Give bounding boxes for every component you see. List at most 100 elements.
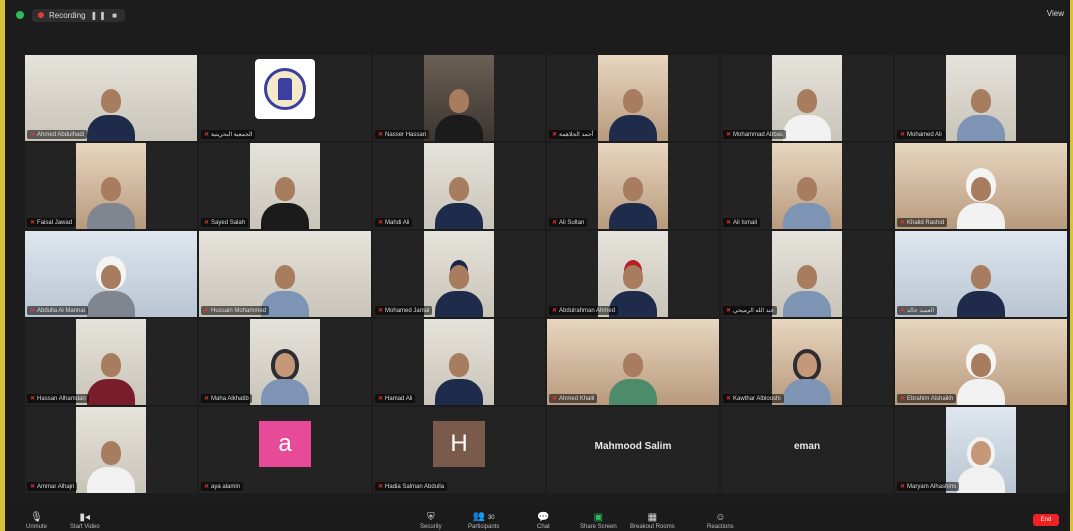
video-feed <box>598 231 668 317</box>
participant-tile[interactable]: ✕ Mohamed Ali <box>895 55 1067 141</box>
participant-tile[interactable]: ✕ Khalid Rashid <box>895 143 1067 229</box>
mic-muted-icon: ✕ <box>378 132 384 138</box>
recording-dot-icon <box>38 12 44 18</box>
video-feed <box>946 407 1016 493</box>
participant-tile[interactable]: ✕ Abdulrahman Ahmed <box>547 231 719 317</box>
participant-display-name: eman <box>793 441 821 452</box>
name-tag: ✕ Hamad Ali <box>375 394 416 403</box>
chat-label: Chat <box>537 524 550 530</box>
participant-tile[interactable]: ✕ Kawthar Alblooshi <box>721 319 893 405</box>
participant-tile[interactable]: ✕ Ali Sultan <box>547 143 719 229</box>
participant-tile[interactable]: ✕ Faisal Jawad <box>25 143 197 229</box>
mic-muted-icon: ✕ <box>900 308 906 314</box>
participant-name: الجمعية البحرينية <box>211 132 253 138</box>
participant-figure <box>957 349 1005 405</box>
participant-figure <box>435 261 483 317</box>
participant-tile[interactable]: ✕ العميد خالد <box>895 231 1067 317</box>
avatar: a <box>259 421 311 467</box>
participant-name: Abdulla Al Mannai <box>37 307 86 314</box>
participant-tile[interactable]: ✕ Hassan Alhamdan <box>25 319 197 405</box>
participant-name: Abdulrahman Ahmed <box>559 307 616 314</box>
participant-figure <box>609 85 657 141</box>
participant-tile[interactable]: eman <box>721 407 893 493</box>
reactions-button[interactable]: ☺ Reactions <box>707 512 734 531</box>
participants-label: Participants <box>468 524 500 530</box>
participant-tile[interactable]: ✕ Ammar Alhajri <box>25 407 197 493</box>
participant-tile[interactable]: ✕ Nasser Hassan <box>373 55 545 141</box>
participant-tile[interactable]: ✕ أحمد الجلاهمة <box>547 55 719 141</box>
participant-name: عبد الله الرميحي <box>733 308 775 314</box>
participant-tile[interactable]: a ✕ aya alamin <box>199 407 371 493</box>
participant-tile[interactable]: ✕ Ali Ismail <box>721 143 893 229</box>
video-feed <box>895 319 1067 405</box>
mic-muted-icon: ✕ <box>726 220 732 226</box>
participant-figure <box>957 173 1005 229</box>
participant-figure <box>87 85 135 141</box>
security-button[interactable]: ⛨ Security <box>420 513 442 531</box>
participant-tile[interactable]: ✕ Maha Alkhatib <box>199 319 371 405</box>
breakout-rooms-button[interactable]: ▦ Breakout Rooms <box>630 512 675 531</box>
participant-tile[interactable]: ✕ Ahmed Abdulhadi <box>25 55 197 141</box>
security-shield-icon[interactable] <box>16 11 24 19</box>
reactions-icon: ☺ <box>715 512 726 523</box>
participant-name: Mahdi Ali <box>385 219 410 226</box>
reactions-label: Reactions <box>707 524 734 530</box>
name-tag: ✕ Ali Sultan <box>549 218 588 227</box>
participant-name: Nasser Hassan <box>385 131 427 138</box>
name-tag: ✕ Maryam Alhashimi <box>897 482 960 491</box>
participant-name: Ali Sultan <box>559 219 585 226</box>
participant-name: Sayed Salah <box>211 219 246 226</box>
participant-name: أحمد الجلاهمة <box>559 132 594 138</box>
mic-muted-icon: ✕ <box>204 308 210 314</box>
share-screen-button[interactable]: ▣ Share Screen <box>580 513 617 531</box>
breakout-rooms-icon: ▦ <box>647 512 658 523</box>
participant-tile[interactable]: ✕ Mohamed Jamal <box>373 231 545 317</box>
participant-tile[interactable]: ✕ Ebrahim Alshaikh <box>895 319 1067 405</box>
mic-muted-icon: ✕ <box>552 220 558 226</box>
start-video-button[interactable]: ▮◂ Start Video <box>70 513 100 531</box>
participant-tile[interactable]: ✕ Mahdi Ali <box>373 143 545 229</box>
unmute-button[interactable]: 🎙 Unmute <box>26 513 47 531</box>
participant-tile[interactable]: ✕ Hamad Ali <box>373 319 545 405</box>
participant-tile[interactable]: Mahmood Salim <box>547 407 719 493</box>
participant-tile[interactable]: ✕ Sayed Salah <box>199 143 371 229</box>
participant-name: Kawthar Alblooshi <box>733 395 781 402</box>
mic-muted-icon: ✕ <box>378 484 384 490</box>
participant-grid: ✕ Ahmed Abdulhadi ✕ الجمعية البحرينية ✕ Nasse… <box>25 55 1067 493</box>
participant-tile[interactable]: ✕ Hussain Mohammed <box>199 231 371 317</box>
participants-button[interactable]: 👥 30 Participants <box>468 512 500 531</box>
name-tag: ✕ Ali Ismail <box>723 218 761 227</box>
name-tag: ✕ Hassan Alhamdan <box>27 394 89 403</box>
participant-figure <box>957 261 1005 317</box>
participant-name: Faisal Jawad <box>37 219 73 226</box>
mic-muted-icon: ✕ <box>30 484 36 490</box>
participant-name: Hassan Alhamdan <box>37 395 86 402</box>
name-tag: ✕ Sayed Salah <box>201 218 249 227</box>
view-button[interactable]: View <box>1047 9 1064 18</box>
video-feed <box>76 319 146 405</box>
video-feed <box>772 231 842 317</box>
mic-muted-icon: ✕ <box>30 396 36 402</box>
chat-button[interactable]: 💬 Chat <box>537 512 550 531</box>
participant-tile[interactable]: ✕ الجمعية البحرينية <box>199 55 371 141</box>
participant-name: Hussain Mohammed <box>211 307 267 314</box>
video-feed <box>946 55 1016 141</box>
meeting-window: Recording ❚❚ ■ View ✕ Ahmed Abdulhadi ✕ الج… <box>0 0 1073 531</box>
name-tag: ✕ Mahdi Ali <box>375 218 413 227</box>
end-button[interactable]: End <box>1033 514 1059 526</box>
participant-tile[interactable]: ✕ عبد الله الرميحي <box>721 231 893 317</box>
name-tag: ✕ Hussain Mohammed <box>201 306 270 315</box>
mic-muted-icon: ✕ <box>900 396 906 402</box>
chat-icon: 💬 <box>537 512 550 523</box>
video-feed <box>424 143 494 229</box>
participant-tile[interactable]: ✕ Mohammad Abbas <box>721 55 893 141</box>
participant-tile[interactable]: ✕ Abdulla Al Mannai <box>25 231 197 317</box>
video-feed <box>895 231 1067 317</box>
participant-name: Mohamed Jamal <box>385 307 430 314</box>
participant-tile[interactable]: H ✕ Hadia Salman Abdulla <box>373 407 545 493</box>
recording-controls[interactable]: ❚❚ ■ <box>90 11 118 20</box>
participant-tile[interactable]: ✕ Ahmed Khalil <box>547 319 719 405</box>
participant-tile[interactable]: ✕ Maryam Alhashimi <box>895 407 1067 493</box>
name-tag: ✕ Khalid Rashid <box>897 218 948 227</box>
recording-indicator[interactable]: Recording ❚❚ ■ <box>32 8 125 22</box>
